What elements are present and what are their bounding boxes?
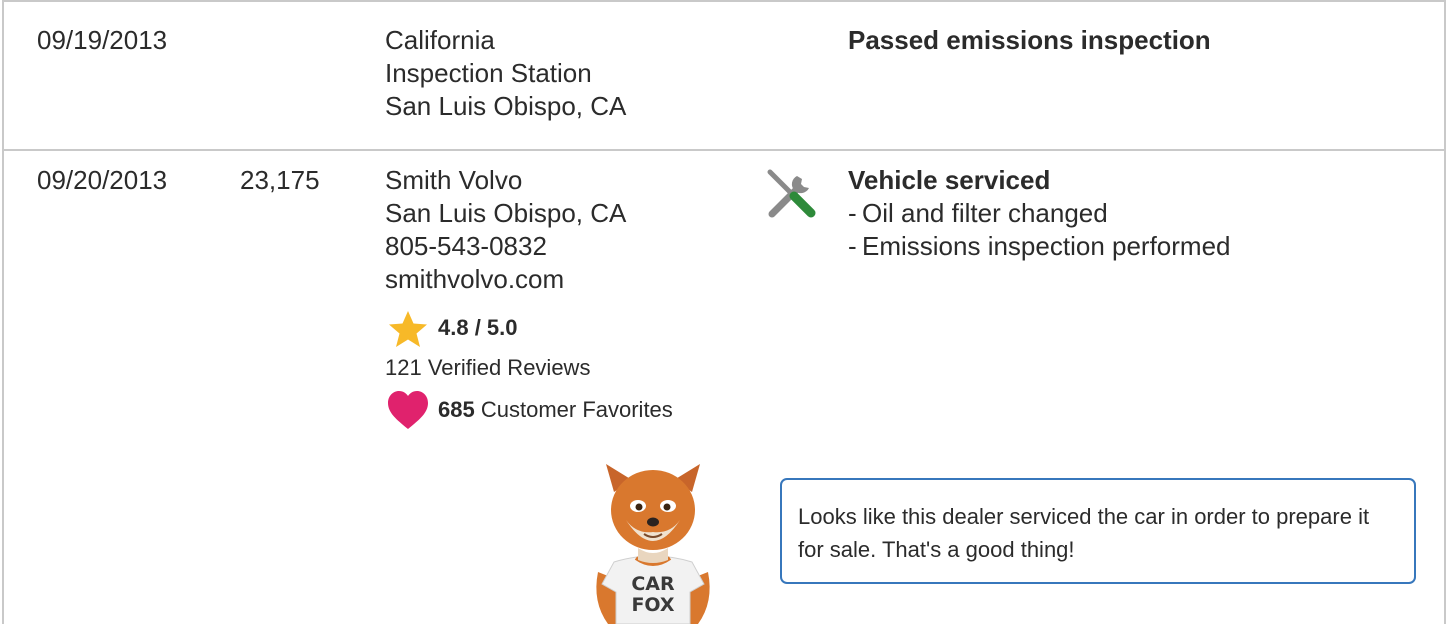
dealer-phone[interactable]: 805-543-0832 — [385, 230, 547, 263]
source-line: California — [385, 25, 495, 55]
verified-reviews-link[interactable]: 121 Verified Reviews — [385, 354, 590, 382]
shirt-text-line2: FOX — [631, 594, 674, 616]
source-line: Inspection Station — [385, 58, 592, 88]
star-icon — [389, 311, 427, 347]
favorites-label: Customer Favorites — [480, 397, 673, 422]
heart-icon — [388, 391, 428, 429]
row-date: 09/20/2013 — [37, 165, 168, 195]
comment-item-text: Oil and filter changed — [862, 198, 1108, 228]
dealer-name: Smith Volvo — [385, 165, 523, 195]
source-line: San Luis Obispo, CA — [385, 91, 627, 121]
dealer-location: San Luis Obispo, CA — [385, 198, 627, 228]
favorites-count: 685 — [438, 397, 475, 422]
comment-title: Passed emissions inspection — [848, 25, 1211, 55]
row-divider — [2, 149, 1446, 151]
dealer-rating: 4.8 / 5.0 — [438, 315, 518, 340]
carfox-mascot: CAR FOX — [596, 464, 710, 624]
comment-title: Vehicle serviced — [848, 165, 1051, 195]
row-divider — [2, 0, 1446, 2]
row-mileage: 23,175 — [240, 165, 320, 195]
row-date: 09/19/2013 — [37, 25, 168, 55]
comment-item: - Emissions inspection performed — [848, 231, 1231, 261]
comment-item-text: Emissions inspection performed — [862, 231, 1231, 261]
carfox-tip-box: Looks like this dealer serviced the car … — [780, 478, 1416, 584]
comment-item: - Oil and filter changed — [848, 198, 1108, 228]
shirt-text-line1: CAR — [631, 573, 675, 595]
carfox-tip-text: Looks like this dealer serviced the car … — [798, 504, 1370, 562]
customer-favorites: 685 Customer Favorites — [438, 396, 673, 424]
wrench-screwdriver-icon — [767, 169, 816, 218]
dealer-website-link[interactable]: smithvolvo.com — [385, 263, 564, 296]
